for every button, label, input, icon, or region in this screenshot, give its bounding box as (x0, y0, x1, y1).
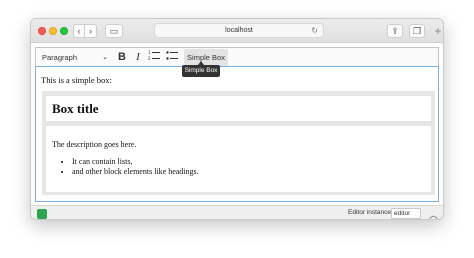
heading-dropdown[interactable]: Paragraph ⌄ (40, 50, 110, 65)
simple-box-title[interactable]: Box title (46, 96, 431, 121)
chevron-up-icon[interactable]: ︿ (429, 208, 438, 219)
inspector-statusbar: Editor instance: editor ︿ (31, 205, 443, 219)
description-list: It can contain lists, and other block el… (52, 157, 431, 177)
address-bar[interactable]: localhost ↻ (154, 23, 324, 38)
simple-box-tooltip: Simple Box (182, 61, 220, 77)
instance-select[interactable]: editor (391, 208, 421, 219)
editor-content[interactable]: This is a simple box: Box title The desc… (35, 66, 439, 202)
simple-box-button[interactable]: Simple Box (184, 49, 228, 66)
instance-label: Editor instance: (348, 209, 393, 216)
bold-button[interactable]: B (116, 50, 128, 65)
close-window-button[interactable] (38, 27, 46, 35)
intro-paragraph[interactable]: This is a simple box: (41, 75, 112, 85)
bulleted-list-icon[interactable] (165, 50, 179, 65)
zoom-window-button[interactable] (60, 27, 68, 35)
forward-arrow-icon[interactable]: › (85, 24, 97, 38)
list-item[interactable]: and other block elements like headings. (72, 167, 431, 177)
new-tab-icon[interactable]: + (431, 25, 443, 39)
svg-text:2: 2 (148, 56, 151, 61)
browser-window: ‹ › ▭ localhost ↻ ⇪ ❐ + Paragraph ⌄ B I … (30, 18, 444, 220)
reload-icon[interactable]: ↻ (311, 24, 318, 37)
numbered-list-icon[interactable]: 1 2 (147, 50, 161, 65)
simple-box-widget[interactable]: Box title The description goes here. It … (42, 91, 435, 195)
browser-titlebar: ‹ › ▭ localhost ↻ ⇪ ❐ + (31, 19, 443, 43)
chevron-down-icon: ⌄ (102, 54, 108, 61)
sidebar-icon[interactable]: ▭ (105, 24, 123, 38)
share-icon[interactable]: ⇪ (387, 24, 403, 38)
italic-button[interactable]: I (133, 50, 143, 65)
ckeditor-logo-icon (37, 209, 47, 219)
back-arrow-icon[interactable]: ‹ (73, 24, 85, 38)
simple-box-description[interactable]: The description goes here. It can contai… (46, 126, 431, 192)
tabs-overview-icon[interactable]: ❐ (409, 24, 425, 38)
minimize-window-button[interactable] (49, 27, 57, 35)
list-item[interactable]: It can contain lists, (72, 157, 431, 167)
url-text: localhost (225, 27, 253, 34)
svg-text:1: 1 (148, 50, 151, 55)
description-paragraph[interactable]: The description goes here. (52, 140, 431, 149)
editor-toolbar: Paragraph ⌄ B I 1 2 Simple Box (35, 47, 439, 66)
heading-dropdown-label: Paragraph (42, 53, 78, 62)
